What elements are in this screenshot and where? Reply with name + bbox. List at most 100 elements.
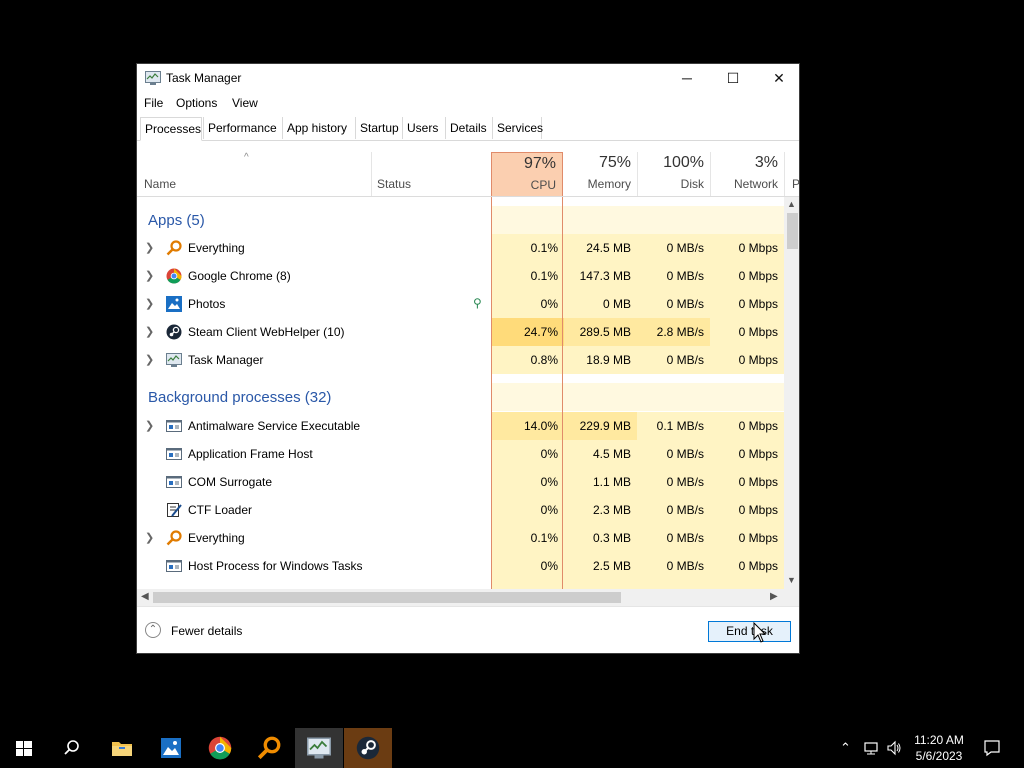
column-network[interactable]: 3% Network bbox=[710, 152, 784, 196]
minimize-button[interactable]: ─ bbox=[664, 64, 710, 93]
chevron-right-icon[interactable]: ❯ bbox=[145, 531, 154, 544]
tab-processes[interactable]: Processes bbox=[140, 117, 202, 141]
column-name[interactable]: Name bbox=[144, 177, 176, 191]
cell-network bbox=[710, 580, 784, 589]
vertical-scrollbar[interactable]: ▲ ▼ bbox=[784, 197, 799, 589]
column-divider[interactable] bbox=[371, 152, 372, 196]
table-row[interactable]: Application Frame Host 0% 4.5 MB 0 MB/s … bbox=[137, 440, 784, 468]
column-divider[interactable] bbox=[784, 152, 785, 196]
taskbar-chrome[interactable] bbox=[196, 728, 244, 768]
chevron-right-icon[interactable]: ❯ bbox=[145, 241, 154, 254]
show-hidden-icons-chevron-icon[interactable]: ⌃ bbox=[840, 740, 851, 756]
tab-users[interactable]: Users bbox=[402, 117, 444, 139]
menu-options[interactable]: Options bbox=[176, 96, 217, 110]
service-icon bbox=[166, 476, 182, 488]
scroll-right-icon[interactable]: ▶ bbox=[770, 591, 778, 602]
table-row[interactable]: COM Surrogate 0% 1.1 MB 0 MB/s 0 Mbps bbox=[137, 468, 784, 496]
close-button[interactable]: ✕ bbox=[756, 64, 799, 93]
maximize-button[interactable]: ☐ bbox=[710, 64, 756, 93]
chevron-up-circle-icon[interactable]: ⌃ bbox=[145, 622, 161, 638]
task-manager-icon bbox=[145, 71, 161, 85]
action-center-icon[interactable] bbox=[983, 739, 1001, 757]
network-icon[interactable] bbox=[863, 740, 879, 756]
cell-network: 0 Mbps bbox=[710, 440, 784, 468]
process-name: Task Manager bbox=[188, 353, 264, 367]
table-row[interactable]: ❯ Everything 0.1% 24.5 MB 0 MB/s 0 Mbps bbox=[137, 234, 784, 262]
table-row[interactable]: Host Process for Windows Tasks 0% 2.5 MB… bbox=[137, 552, 784, 580]
tab-app-history[interactable]: App history bbox=[282, 117, 354, 139]
tab-startup[interactable]: Startup bbox=[355, 117, 401, 139]
column-power-partial[interactable]: P bbox=[792, 177, 799, 191]
cell-memory: 0 MB bbox=[564, 290, 637, 318]
menu-view[interactable]: View bbox=[232, 96, 258, 110]
cell-disk: 0 MB/s bbox=[637, 262, 710, 290]
search-button[interactable] bbox=[48, 728, 96, 768]
chevron-right-icon[interactable]: ❯ bbox=[145, 419, 154, 432]
taskbar-file-explorer[interactable] bbox=[98, 728, 146, 768]
cell-disk bbox=[637, 580, 710, 589]
horizontal-scroll-thumb[interactable] bbox=[153, 592, 621, 603]
cell-disk: 2.8 MB/s bbox=[637, 318, 710, 346]
horizontal-scrollbar[interactable]: ◀ ▶ bbox=[137, 589, 784, 606]
cell-disk: 0 MB/s bbox=[637, 524, 710, 552]
cell-memory: 2.3 MB bbox=[564, 496, 637, 524]
cpu-percent: 97% bbox=[523, 155, 556, 172]
tab-performance[interactable]: Performance bbox=[203, 117, 281, 139]
taskbar-task-manager[interactable] bbox=[295, 728, 343, 768]
table-row[interactable]: CTF Loader 0% 2.3 MB 0 MB/s 0 Mbps bbox=[137, 496, 784, 524]
process-name: CTF Loader bbox=[188, 503, 253, 517]
cell-cpu: 0% bbox=[492, 468, 564, 496]
network-label: Network bbox=[733, 177, 778, 191]
scroll-down-icon[interactable]: ▼ bbox=[787, 575, 796, 585]
photos-icon bbox=[161, 738, 181, 758]
process-name: Application Frame Host bbox=[188, 447, 313, 461]
table-row[interactable]: ❯ Task Manager 0.8% 18.9 MB 0 MB/s 0 Mbp… bbox=[137, 346, 784, 374]
cell-network: 0 Mbps bbox=[710, 552, 784, 580]
fewer-details-link[interactable]: Fewer details bbox=[171, 624, 242, 638]
cell-disk: 0 MB/s bbox=[637, 552, 710, 580]
taskbar: ⌃ 11:20 AM 5/6/2023 bbox=[0, 728, 1024, 768]
vertical-scroll-thumb[interactable] bbox=[787, 213, 798, 249]
table-row[interactable]: ❯ Photos ⚲ 0% 0 MB 0 MB/s 0 Mbps bbox=[137, 290, 784, 318]
table-row[interactable]: ❯ Steam Client WebHelper (10) 24.7% 289.… bbox=[137, 318, 784, 346]
system-clock[interactable]: 11:20 AM 5/6/2023 bbox=[904, 732, 974, 764]
sort-up-icon: ^ bbox=[244, 152, 249, 163]
process-list: Apps (5) ❯ Everything 0.1% 24.5 MB 0 MB/… bbox=[137, 197, 784, 589]
taskbar-photos[interactable] bbox=[147, 728, 195, 768]
column-status[interactable]: Status bbox=[377, 177, 411, 191]
process-name: COM Surrogate bbox=[188, 475, 273, 489]
taskbar-everything[interactable] bbox=[245, 728, 293, 768]
group-header-background[interactable]: Background processes (32) bbox=[137, 383, 784, 411]
disk-percent: 100% bbox=[663, 154, 704, 171]
taskbar-steam[interactable] bbox=[344, 728, 392, 768]
column-cpu[interactable]: 97% CPU bbox=[491, 152, 563, 196]
chevron-right-icon[interactable]: ❯ bbox=[145, 325, 154, 338]
title-bar[interactable]: Task Manager ─ ☐ ✕ bbox=[137, 64, 799, 93]
chevron-right-icon[interactable]: ❯ bbox=[145, 269, 154, 282]
tab-details[interactable]: Details bbox=[445, 117, 491, 139]
table-row[interactable]: ❯ Antimalware Service Executable 14.0% 2… bbox=[137, 412, 784, 440]
table-row[interactable]: ❯ Google Chrome (8) 0.1% 147.3 MB 0 MB/s… bbox=[137, 262, 784, 290]
tab-services[interactable]: Services bbox=[492, 117, 543, 139]
cell-memory: 2.5 MB bbox=[564, 552, 637, 580]
end-task-button[interactable]: End task bbox=[708, 621, 791, 642]
cell-memory: 4.5 MB bbox=[564, 440, 637, 468]
table-row[interactable] bbox=[137, 580, 784, 589]
tab-strip: Processes Performance App history Startu… bbox=[137, 116, 799, 141]
menu-file[interactable]: File bbox=[144, 96, 163, 110]
column-memory[interactable]: 75% Memory bbox=[564, 152, 637, 196]
group-header-apps[interactable]: Apps (5) bbox=[137, 206, 784, 234]
table-row[interactable]: ❯ Everything 0.1% 0.3 MB 0 MB/s 0 Mbps bbox=[137, 524, 784, 552]
start-button[interactable] bbox=[0, 728, 48, 768]
cell-disk: 0 MB/s bbox=[637, 346, 710, 374]
cell-cpu: 24.7% bbox=[492, 318, 564, 346]
scroll-up-icon[interactable]: ▲ bbox=[787, 199, 796, 209]
chevron-right-icon[interactable]: ❯ bbox=[145, 353, 154, 366]
group-title: Background processes (32) bbox=[148, 389, 332, 406]
column-disk[interactable]: 100% Disk bbox=[637, 152, 710, 196]
cell-network: 0 Mbps bbox=[710, 262, 784, 290]
chevron-right-icon[interactable]: ❯ bbox=[145, 297, 154, 310]
magnifier-icon bbox=[257, 736, 281, 760]
scroll-left-icon[interactable]: ◀ bbox=[141, 591, 149, 602]
volume-icon[interactable] bbox=[886, 740, 902, 756]
